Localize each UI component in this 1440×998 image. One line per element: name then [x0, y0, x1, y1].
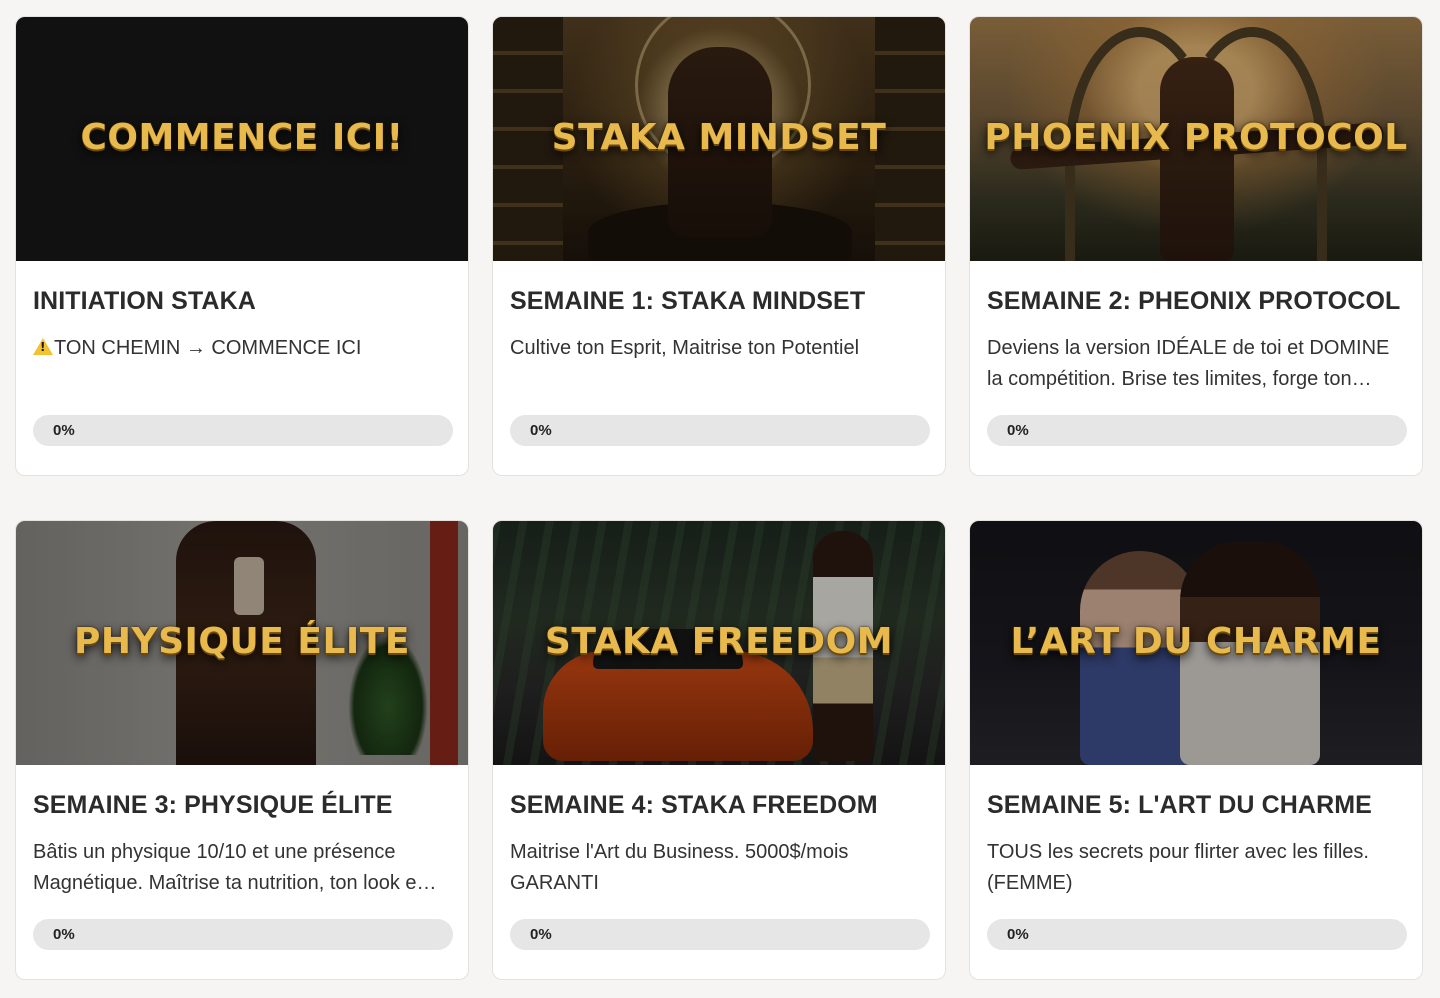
thumbnail-banner-text: STAKA MINDSET [551, 116, 887, 158]
course-description: Deviens la version IDÉALE de toi et DOMI… [987, 337, 1390, 390]
course-title[interactable]: SEMAINE 2: PHEONIX PROTOCOL [987, 287, 1400, 316]
thumbnail-banner-text: COMMENCE ICI! [80, 116, 404, 158]
course-description-text: TON CHEMIN → COMMENCE ICI [54, 337, 362, 359]
course-thumbnail[interactable]: COMMENCE ICI! [16, 17, 468, 261]
course-title[interactable]: SEMAINE 1: STAKA MINDSET [510, 287, 865, 316]
course-description: Maitrise l'Art du Business. 5000$/mois G… [510, 841, 849, 894]
course-title[interactable]: SEMAINE 3: PHYSIQUE ÉLITE [33, 791, 393, 820]
course-title[interactable]: SEMAINE 5: L'ART DU CHARME [987, 791, 1372, 820]
course-card-phoenix-protocol[interactable]: PHOENIX PROTOCOL SEMAINE 2: PHEONIX PROT… [969, 16, 1423, 476]
course-thumbnail[interactable]: L’ART DU CHARME [970, 521, 1422, 765]
course-card-initiation[interactable]: COMMENCE ICI! INITIATION STAKA TON CHEMI… [15, 16, 469, 476]
course-thumbnail[interactable]: PHOENIX PROTOCOL [970, 17, 1422, 261]
course-card-staka-freedom[interactable]: STAKA FREEDOM SEMAINE 4: STAKA FREEDOM M… [492, 520, 946, 980]
course-thumbnail[interactable]: STAKA MINDSET [493, 17, 945, 261]
thumbnail-banner-text: L’ART DU CHARME [1010, 620, 1382, 662]
thumbnail-banner-text: STAKA FREEDOM [544, 620, 894, 662]
card-body: SEMAINE 4: STAKA FREEDOM Maitrise l'Art … [493, 765, 945, 979]
course-card-physique-elite[interactable]: PHYSIQUE ÉLITE SEMAINE 3: PHYSIQUE ÉLITE… [15, 520, 469, 980]
thumbnail-banner-text: PHYSIQUE ÉLITE [74, 620, 410, 662]
course-grid: COMMENCE ICI! INITIATION STAKA TON CHEMI… [0, 0, 1440, 998]
course-description: TOUS les secrets pour flirter avec les f… [987, 841, 1369, 894]
progress-label: 0% [530, 422, 552, 439]
progress-bar: 0% [987, 415, 1407, 446]
course-title[interactable]: SEMAINE 4: STAKA FREEDOM [510, 791, 878, 820]
course-description: TON CHEMIN → COMMENCE ICI [33, 333, 443, 364]
card-body: SEMAINE 1: STAKA MINDSET Cultive ton Esp… [493, 261, 945, 475]
progress-bar: 0% [510, 415, 930, 446]
course-description: Cultive ton Esprit, Maitrise ton Potenti… [510, 337, 860, 359]
card-body: SEMAINE 2: PHEONIX PROTOCOL Deviens la v… [970, 261, 1422, 475]
progress-label: 0% [530, 926, 552, 943]
course-card-art-du-charme[interactable]: L’ART DU CHARME SEMAINE 5: L'ART DU CHAR… [969, 520, 1423, 980]
progress-label: 0% [53, 926, 75, 943]
card-body: SEMAINE 3: PHYSIQUE ÉLITE Bâtis un physi… [16, 765, 468, 979]
card-body: SEMAINE 5: L'ART DU CHARME TOUS les secr… [970, 765, 1422, 979]
thumbnail-banner-text: PHOENIX PROTOCOL [984, 116, 1408, 158]
warning-icon [33, 338, 53, 355]
progress-label: 0% [1007, 926, 1029, 943]
progress-bar: 0% [987, 919, 1407, 950]
progress-label: 0% [1007, 422, 1029, 439]
course-description: Bâtis un physique 10/10 et une présence … [33, 841, 437, 894]
progress-bar: 0% [33, 415, 453, 446]
course-title[interactable]: INITIATION STAKA [33, 287, 256, 316]
progress-bar: 0% [510, 919, 930, 950]
course-card-staka-mindset[interactable]: STAKA MINDSET SEMAINE 1: STAKA MINDSET C… [492, 16, 946, 476]
progress-label: 0% [53, 422, 75, 439]
card-body: INITIATION STAKA TON CHEMIN → COMMENCE I… [16, 261, 468, 475]
course-thumbnail[interactable]: PHYSIQUE ÉLITE [16, 521, 468, 765]
course-thumbnail[interactable]: STAKA FREEDOM [493, 521, 945, 765]
progress-bar: 0% [33, 919, 453, 950]
